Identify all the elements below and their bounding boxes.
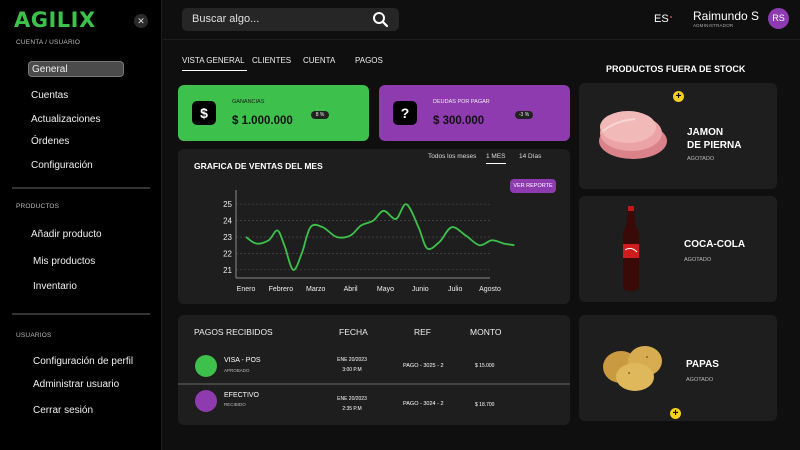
stock-item-status: AGOTADO <box>687 156 715 162</box>
payment-row[interactable]: VISA - POS APROBADO ENE 20/2023 3:00 P.M… <box>178 350 570 385</box>
x-tick-label: Junio <box>412 286 429 293</box>
stock-card-papas[interactable]: + PAPAS AGOTADO <box>579 315 777 421</box>
coca-cola-bottle-image <box>622 206 640 291</box>
payment-date: ENE 20/2023 <box>337 357 367 363</box>
stat-badge: 8 % <box>311 111 329 119</box>
app-logo[interactable]: AGILIX <box>14 8 96 32</box>
question-icon: ? <box>393 101 417 125</box>
header-divider <box>163 39 800 40</box>
stock-item-status: AGOTADO <box>686 377 714 383</box>
sidebar-item-mis-productos[interactable]: Mis productos <box>33 256 95 267</box>
tab-vista-general[interactable]: VISTA GENERAL <box>182 56 247 71</box>
payment-ref: PAGO - 3025 - 2 <box>403 363 444 369</box>
sidebar-divider <box>12 187 150 189</box>
payment-amount: $ 18.700 <box>475 402 495 408</box>
sidebar-item-general[interactable]: General <box>28 61 124 77</box>
x-tick-label: Julio <box>448 286 463 293</box>
y-tick-label: 24 <box>223 217 232 226</box>
section-label-users: USUARIOS <box>16 332 52 339</box>
y-tick-label: 22 <box>223 249 232 258</box>
stat-card-deudas[interactable]: ? DEUDAS POR PAGAR $ 300.000 -3 % <box>379 85 570 141</box>
out-of-stock-title: PRODUCTOS FUERA DE STOCK <box>606 64 746 74</box>
payment-status: RECIBIDO <box>224 402 246 407</box>
search-icon[interactable] <box>372 11 389 28</box>
stat-label: DEUDAS POR PAGAR <box>433 99 490 105</box>
stat-card-ganancias[interactable]: $ GANANCIAS $ 1.000.000 8 % <box>178 85 369 141</box>
x-tick-label: Abril <box>344 286 358 293</box>
language-selector[interactable]: ES <box>654 13 669 25</box>
potatoes-image <box>603 346 662 391</box>
search-bar[interactable]: Buscar algo... <box>182 8 399 31</box>
user-name[interactable]: Raimundo S <box>693 9 759 23</box>
payment-method: EFECTIVO <box>224 392 260 399</box>
tab-clientes[interactable]: CLIENTES <box>252 56 291 65</box>
tab-pagos[interactable]: PAGOS <box>355 56 383 65</box>
sidebar-item-anadir-producto[interactable]: Añadir producto <box>31 229 102 240</box>
ham-image <box>599 111 667 159</box>
stock-item-name: COCA-COLA <box>684 239 746 250</box>
x-tick-label: Febrero <box>269 286 294 293</box>
payment-method: VISA - POS <box>224 357 261 364</box>
payments-header-ref: REF <box>414 327 431 337</box>
stat-value: $ 1.000.000 <box>232 115 293 127</box>
stat-badge: -3 % <box>515 111 533 119</box>
stock-item-status: AGOTADO <box>684 257 712 263</box>
section-label-products: PRODUCTOS <box>16 203 60 210</box>
sidebar-item-actualizaciones[interactable]: Actualizaciones <box>31 114 100 125</box>
tab-cuenta[interactable]: CUENTA <box>303 56 335 65</box>
y-tick-label: 21 <box>223 266 232 275</box>
stock-item-name: JAMON <box>687 127 724 138</box>
chart-title: GRAFICA DE VENTAS DEL MES <box>194 161 323 171</box>
payment-date: ENE 20/2023 <box>337 396 367 402</box>
payments-card: PAGOS RECIBIDOS FECHA REF MONTO VISA - P… <box>178 315 570 425</box>
range-todos-los-meses[interactable]: Todos los meses <box>428 153 476 160</box>
payment-amount: $ 15.000 <box>475 363 495 369</box>
language-indicator <box>670 16 672 18</box>
sales-chart-card: 21 22 23 24 25 Enero Febrero Marzo Abril Mayo Juni… <box>178 149 570 304</box>
sales-line-chart: 21 22 23 24 25 Enero Febrero Marzo Abril Mayo Juni… <box>223 190 515 293</box>
payment-time: 3:00 P.M <box>342 367 362 373</box>
sidebar: AGILIX ✕ CUENTA / USUARIO General Cuenta… <box>0 0 162 450</box>
y-tick-label: 25 <box>223 200 232 209</box>
payment-ref: PAGO - 3024 - 2 <box>403 401 444 407</box>
payment-status-dot <box>195 390 217 412</box>
stat-label: GANANCIAS <box>232 99 265 105</box>
x-tick-label: Mayo <box>377 286 394 293</box>
sidebar-item-administrar-usuario[interactable]: Administrar usuario <box>33 379 119 390</box>
sidebar-divider <box>12 313 150 315</box>
sidebar-item-inventario[interactable]: Inventario <box>33 281 77 292</box>
payments-header-title: PAGOS RECIBIDOS <box>194 327 273 337</box>
stock-item-name-line2: DE PIERNA <box>687 140 742 151</box>
payment-status: APROBADO <box>224 368 250 373</box>
payment-time: 2:35 P.M <box>342 406 362 412</box>
stat-value: $ 300.000 <box>433 115 485 127</box>
x-tick-label: Enero <box>237 286 256 293</box>
sidebar-item-ordenes[interactable]: Órdenes <box>31 136 69 147</box>
x-tick-label: Agosto <box>479 286 501 293</box>
search-input[interactable]: Buscar algo... <box>192 13 259 25</box>
payments-header-date: FECHA <box>339 327 368 337</box>
x-tick-label: Marzo <box>306 286 326 293</box>
sidebar-item-configuracion[interactable]: Configuración <box>31 160 93 171</box>
stock-card-jamon[interactable]: + JAMON DE PIERNA AGOTADO <box>579 83 777 189</box>
stock-item-name: PAPAS <box>686 359 719 370</box>
range-1-mes[interactable]: 1 MES <box>486 153 506 164</box>
payment-status-dot <box>195 355 217 377</box>
avatar[interactable]: RS <box>768 8 789 29</box>
sidebar-item-configuracion-perfil[interactable]: Configuración de perfil <box>33 356 133 367</box>
user-role: ADMINISTRADOR <box>693 23 734 28</box>
view-report-button[interactable]: VER REPORTE <box>510 179 556 193</box>
range-14-dias[interactable]: 14 Días <box>519 153 541 160</box>
dollar-icon: $ <box>192 101 216 125</box>
plus-icon[interactable]: + <box>670 408 681 419</box>
sidebar-item-cuentas[interactable]: Cuentas <box>31 90 68 101</box>
payment-row[interactable]: EFECTIVO RECIBIDO ENE 20/2023 2:35 P.M P… <box>178 386 570 421</box>
section-label-account: CUENTA / USUARIO <box>16 39 81 46</box>
y-tick-label: 23 <box>223 233 232 242</box>
sidebar-item-cerrar-sesion[interactable]: Cerrar sesión <box>33 405 93 416</box>
stock-card-coca-cola[interactable]: COCA-COLA AGOTADO <box>579 196 777 302</box>
close-icon[interactable]: ✕ <box>134 14 148 28</box>
payments-header-amount: MONTO <box>470 327 502 337</box>
